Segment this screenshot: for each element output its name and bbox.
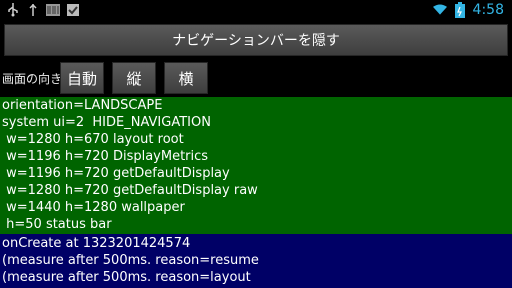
orientation-row: 画面の向き 自動 縦 横: [0, 60, 512, 94]
notification-icons: [6, 3, 80, 17]
usb-icon: [6, 3, 20, 17]
info-line: orientation=LANDSCAPE: [2, 98, 163, 113]
log-line: (measure after 500ms. reason=resume: [2, 253, 259, 268]
log-line: onCreate at 1323201424574: [2, 236, 191, 251]
info-line: w=1196 h=720 DisplayMetrics: [2, 149, 209, 164]
info-line: system ui=2 HIDE_NAVIGATION: [2, 115, 211, 130]
hide-navigation-button[interactable]: ナビゲーションバーを隠す: [4, 24, 508, 56]
log-panel: onCreate at 1323201424574 (measure after…: [0, 234, 512, 288]
info-line: h=50 status bar: [2, 217, 112, 232]
log-line: (measure after 500ms. reason=layout: [2, 270, 251, 285]
battery-icon: [453, 2, 467, 18]
wifi-icon: [432, 3, 447, 17]
clock: 4:58: [472, 2, 504, 18]
display-info-panel: orientation=LANDSCAPE system ui=2 HIDE_N…: [0, 97, 512, 234]
info-line: w=1440 h=1280 wallpaper: [2, 200, 185, 215]
orientation-landscape-button[interactable]: 横: [164, 62, 208, 94]
orientation-label: 画面の向き: [2, 72, 63, 86]
barcode-icon: [46, 3, 60, 17]
system-icons: 4:58: [432, 2, 504, 18]
debug-icon: [26, 3, 40, 17]
info-line: w=1280 h=720 getDefaultDisplay raw: [2, 183, 258, 198]
info-line: w=1196 h=720 getDefaultDisplay: [2, 166, 230, 181]
checklist-icon: [66, 3, 80, 17]
status-bar: 4:58: [0, 0, 512, 22]
orientation-auto-button[interactable]: 自動: [60, 62, 104, 94]
info-line: w=1280 h=670 layout root: [2, 132, 184, 147]
orientation-portrait-button[interactable]: 縦: [112, 62, 156, 94]
